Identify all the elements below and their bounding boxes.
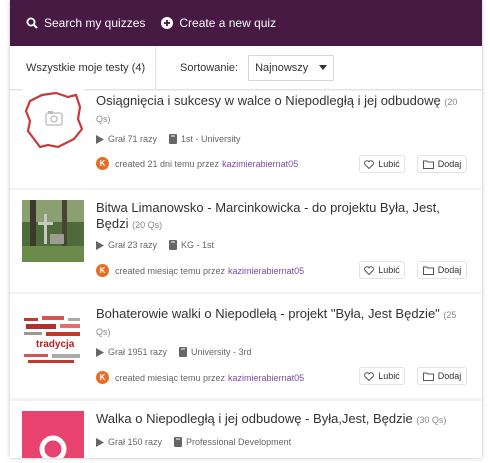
poland-map-icon xyxy=(24,91,84,149)
folder-icon xyxy=(422,266,434,275)
add-to-folder-button[interactable]: Dodaj xyxy=(417,367,467,385)
quiz-thumbnail xyxy=(22,89,84,151)
created-text: created miesiąc temu przez xyxy=(115,372,226,383)
username-link[interactable]: kazimierabiernat05 xyxy=(222,159,298,169)
created-text: created 21 dni temu przez xyxy=(115,158,220,169)
add-to-folder-button[interactable]: Dodaj xyxy=(417,261,467,279)
quiz-card[interactable]: tradycja Bohaterowie walki o Niepodlełą … xyxy=(10,294,482,398)
like-button[interactable]: Lubić xyxy=(359,155,405,173)
quiz-title[interactable]: Bohaterowie walki o Niepodlełą - projekt… xyxy=(96,306,468,340)
top-bar: Search my quizzes Create a new quiz xyxy=(10,0,482,46)
like-button[interactable]: Lubić xyxy=(359,261,405,279)
folder-icon xyxy=(422,160,434,169)
heart-icon xyxy=(364,265,375,275)
heart-icon xyxy=(364,371,375,381)
search-quizzes-label: Search my quizzes xyxy=(44,16,146,30)
folder-icon xyxy=(422,372,434,381)
quiz-thumbnail xyxy=(22,200,84,262)
quiz-title[interactable]: Bitwa Limanowsko - Marcinkowicka - do pr… xyxy=(96,200,468,233)
all-tests-filter[interactable]: Wszystkie moje testy (4) xyxy=(10,46,156,89)
play-count: Grał 150 razy xyxy=(108,437,163,447)
book-icon xyxy=(169,134,178,144)
q-logo-icon xyxy=(39,435,67,458)
sort-label: Sortowanie: xyxy=(180,61,239,74)
avatar: K xyxy=(96,264,109,277)
quiz-thumbnail: tradycja xyxy=(22,310,84,372)
created-text: created miesiąc temu przez xyxy=(115,265,226,276)
username-link[interactable]: kazimierabiernat05 xyxy=(228,266,304,276)
sort-select[interactable]: Najnowszy xyxy=(248,54,335,81)
sort-value: Najnowszy xyxy=(255,61,309,74)
word-cloud-text: tradycja xyxy=(36,339,75,350)
book-icon xyxy=(174,437,183,447)
app-frame: Search my quizzes Create a new quiz Wszy… xyxy=(10,0,482,458)
grade-level: Professional Development xyxy=(186,437,292,447)
quiz-meta: Grał 23 razy KG - 1st xyxy=(96,240,214,250)
quiz-title[interactable]: Osiągnięcia i sukcesy w walce o Niepodle… xyxy=(96,93,468,127)
quiz-meta: Grał 71 razy 1st - University xyxy=(96,134,241,144)
play-count: Grał 71 razy xyxy=(108,134,158,144)
play-icon xyxy=(96,134,104,144)
chevron-down-icon xyxy=(319,65,328,70)
grade-level: KG - 1st xyxy=(181,240,215,250)
play-count: Grał 1951 razy xyxy=(108,347,168,357)
play-icon xyxy=(96,437,104,447)
question-count: (30 Qs) xyxy=(416,415,447,425)
username-link[interactable]: kazimierabiernat05 xyxy=(228,373,304,383)
quiz-meta: Grał 1951 razy University - 3rd xyxy=(96,347,252,357)
heart-icon xyxy=(364,159,375,169)
plus-circle-icon xyxy=(161,17,174,29)
play-icon xyxy=(96,347,104,357)
create-quiz-button[interactable]: Create a new quiz xyxy=(161,16,276,30)
quiz-card[interactable]: Walka o Niepodległą i jej odbudowę - Był… xyxy=(10,401,482,458)
create-quiz-label: Create a new quiz xyxy=(179,16,277,30)
quiz-title[interactable]: Walka o Niepodległą i jej odbudowę - Był… xyxy=(96,411,468,428)
quiz-meta: Grał 150 razy Professional Development xyxy=(96,437,291,447)
cemetery-photo-icon xyxy=(22,200,84,262)
filter-bar: Wszystkie moje testy (4) Sortowanie: Naj… xyxy=(10,46,482,90)
search-icon xyxy=(26,17,38,29)
question-count: (20 Qs) xyxy=(132,220,163,230)
quiz-card[interactable]: Bitwa Limanowsko - Marcinkowicka - do pr… xyxy=(10,190,482,292)
add-to-folder-button[interactable]: Dodaj xyxy=(417,155,467,173)
grade-level: 1st - University xyxy=(181,134,241,144)
book-icon xyxy=(179,347,188,357)
avatar: K xyxy=(96,371,109,384)
search-quizzes-button[interactable]: Search my quizzes xyxy=(26,16,145,30)
play-icon xyxy=(96,240,104,250)
avatar: K xyxy=(96,157,109,170)
grade-level: University - 3rd xyxy=(191,347,252,357)
play-count: Grał 23 razy xyxy=(108,240,158,250)
quiz-creator: K created 21 dni temu przez kazimierabie… xyxy=(96,157,298,170)
quiz-creator: K created miesiąc temu przez kazimierabi… xyxy=(96,371,304,384)
like-button[interactable]: Lubić xyxy=(359,367,405,385)
quiz-thumbnail xyxy=(22,411,84,458)
quiz-creator: K created miesiąc temu przez kazimierabi… xyxy=(96,264,304,277)
book-icon xyxy=(169,240,178,250)
quiz-card[interactable]: Osiągnięcia i sukcesy w walce o Niepodle… xyxy=(10,89,482,188)
